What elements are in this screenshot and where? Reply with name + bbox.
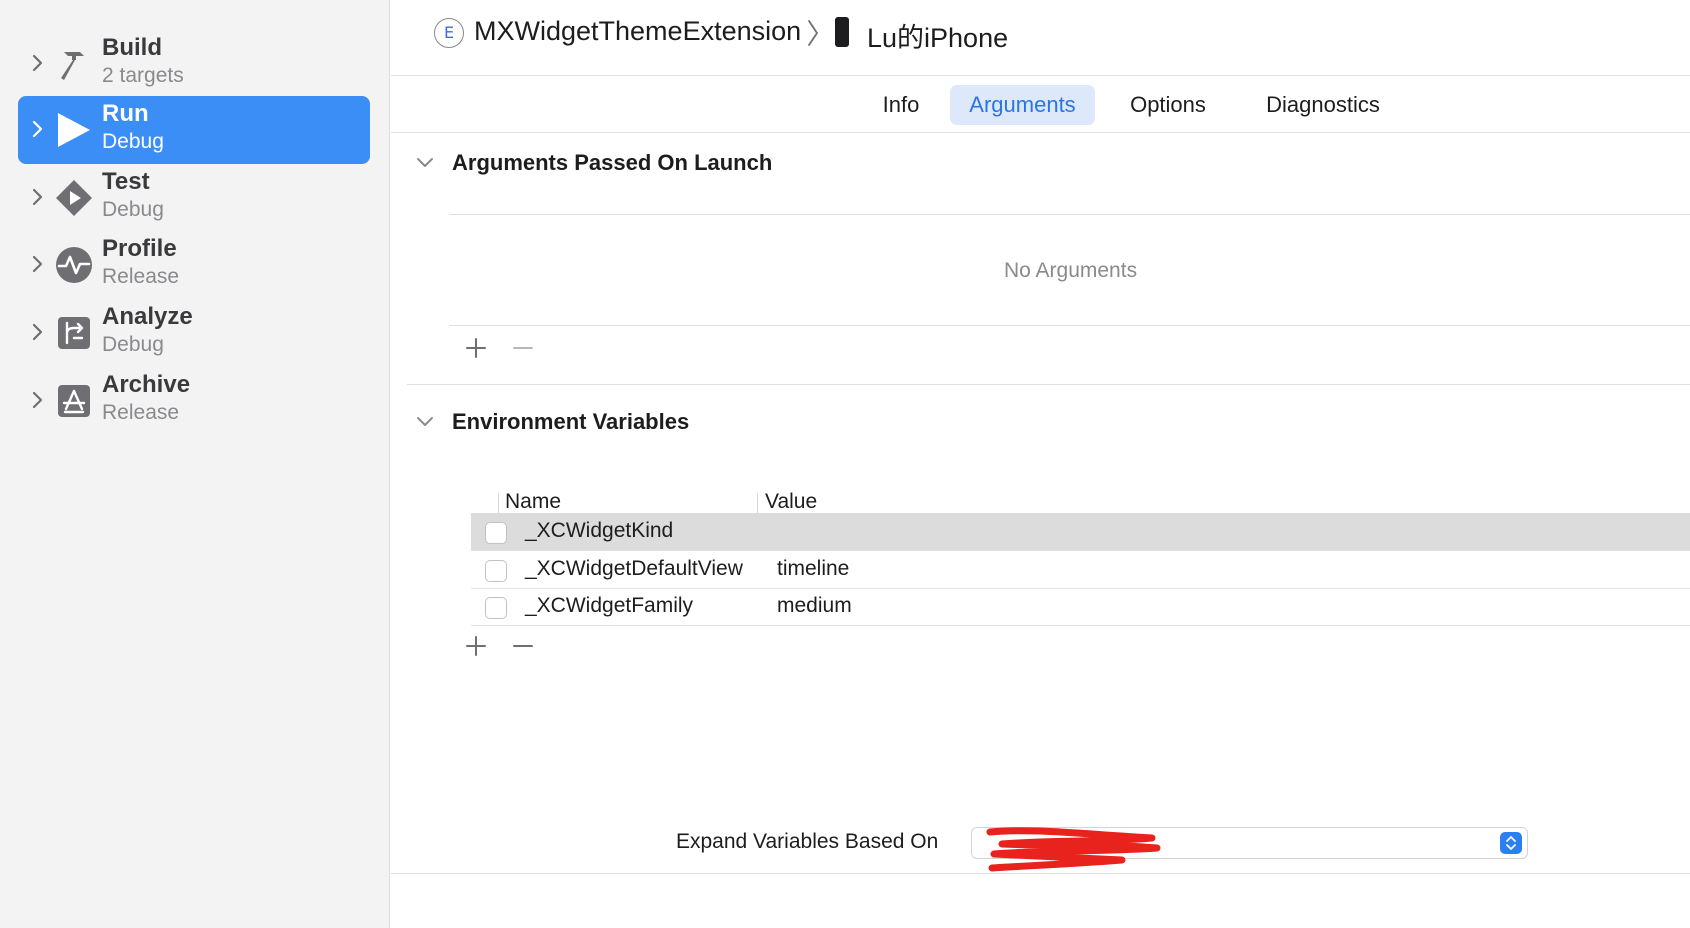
test-diamond-icon (56, 180, 92, 216)
expand-variables-popup[interactable] (971, 827, 1528, 872)
sidebar-item-title: Profile (102, 235, 177, 262)
add-env-var-button[interactable] (463, 633, 489, 659)
remove-argument-button[interactable] (510, 335, 536, 361)
sidebar-item-run[interactable]: Run Debug (18, 96, 370, 164)
remove-env-var-button[interactable] (510, 633, 536, 659)
chevron-right-icon[interactable] (30, 321, 46, 343)
divider (391, 873, 1690, 874)
sidebar-item-build[interactable]: Build 2 targets (18, 30, 370, 98)
divider (449, 325, 1690, 326)
chevron-right-icon[interactable] (30, 389, 46, 411)
divider (407, 384, 1690, 385)
sidebar-item-archive[interactable]: Archive Release (18, 367, 370, 435)
play-icon (58, 113, 90, 147)
sidebar-item-test[interactable]: Test Debug (18, 164, 370, 232)
env-var-name[interactable]: _XCWidgetDefaultView (525, 557, 743, 581)
env-var-row[interactable]: _XCWidgetDefaultView timeline (471, 551, 1690, 589)
chevron-down-icon[interactable] (415, 415, 435, 429)
archive-appstore-icon (58, 385, 90, 417)
sidebar-item-title: Test (102, 168, 150, 195)
sidebar-item-subtitle: 2 targets (102, 64, 184, 87)
breadcrumb-separator-icon (808, 20, 819, 46)
breadcrumb-scheme-name[interactable]: MXWidgetThemeExtension (474, 16, 801, 47)
expand-variables-label: Expand Variables Based On (676, 830, 939, 853)
redaction-scribble (986, 827, 1161, 872)
no-arguments-message: No Arguments (1004, 259, 1138, 282)
env-var-row[interactable]: _XCWidgetFamily medium (471, 588, 1690, 626)
env-var-enabled-checkbox[interactable] (485, 560, 507, 582)
env-var-value[interactable]: timeline (777, 557, 849, 581)
sidebar-item-analyze[interactable]: Analyze Debug (18, 299, 370, 367)
sidebar-item-subtitle: Release (102, 401, 180, 424)
divider (449, 214, 1690, 215)
sidebar-item-subtitle: Debug (102, 198, 164, 221)
tab-diagnostics[interactable]: Diagnostics (1248, 85, 1398, 125)
popup-stepper-icon (1500, 832, 1522, 854)
sidebar-item-subtitle: Debug (102, 333, 164, 356)
sidebar-item-subtitle: Release (102, 265, 180, 288)
env-var-name[interactable]: _XCWidgetFamily (525, 594, 693, 618)
tab-info[interactable]: Info (851, 85, 951, 125)
iphone-icon (835, 17, 849, 47)
scheme-breadcrumb: E MXWidgetThemeExtension Lu的iPhone (391, 0, 1690, 76)
profile-waveform-icon (56, 247, 92, 283)
chevron-right-icon[interactable] (30, 118, 46, 140)
chevron-right-icon[interactable] (30, 253, 46, 275)
extension-badge-icon: E (434, 18, 464, 48)
chevron-right-icon[interactable] (30, 52, 46, 74)
analyze-branch-icon (58, 317, 90, 349)
tab-bar: Info Arguments Options Diagnostics (391, 76, 1690, 133)
arguments-section-title: Arguments Passed On Launch (452, 150, 773, 175)
sidebar-item-subtitle: Debug (102, 130, 164, 153)
sidebar-item-title: Run (102, 100, 149, 127)
scheme-actions-sidebar: Build 2 targets Run Debug Test Debug Pro… (0, 0, 390, 928)
sidebar-item-title: Build (102, 34, 162, 61)
tab-options[interactable]: Options (1106, 85, 1230, 125)
hammer-icon (61, 52, 84, 80)
sidebar-item-title: Archive (102, 371, 191, 398)
sidebar-item-title: Analyze (102, 303, 193, 330)
add-argument-button[interactable] (463, 335, 489, 361)
env-var-enabled-checkbox[interactable] (485, 597, 507, 619)
env-var-enabled-checkbox[interactable] (485, 522, 507, 544)
tab-arguments[interactable]: Arguments (950, 85, 1095, 125)
env-var-name[interactable]: _XCWidgetKind (525, 519, 673, 543)
column-header-value[interactable]: Value (765, 490, 817, 514)
scheme-editor-main: E MXWidgetThemeExtension Lu的iPhone Info … (391, 0, 1690, 928)
chevron-right-icon[interactable] (30, 186, 46, 208)
sidebar-item-profile[interactable]: Profile Release (18, 231, 370, 299)
env-var-value[interactable]: medium (777, 594, 852, 618)
breadcrumb-device-name[interactable]: Lu的iPhone (867, 16, 1008, 55)
column-header-name[interactable]: Name (505, 490, 561, 514)
env-var-row[interactable]: _XCWidgetKind (471, 513, 1690, 551)
environment-section-title: Environment Variables (452, 409, 690, 434)
chevron-down-icon[interactable] (415, 156, 435, 170)
